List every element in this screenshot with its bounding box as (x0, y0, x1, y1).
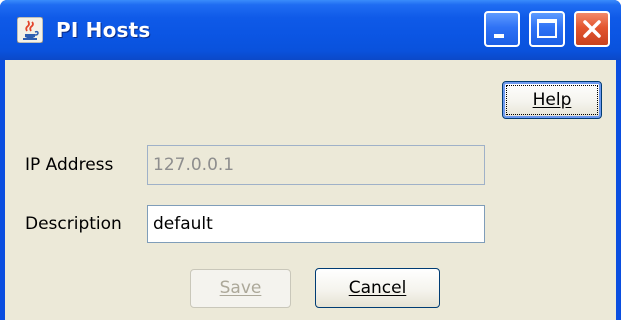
ip-address-field (147, 145, 485, 185)
minimize-icon (494, 34, 504, 38)
java-cup-icon[interactable] (16, 16, 44, 44)
cancel-button-label: Cancel (348, 278, 407, 298)
minimize-button[interactable] (484, 11, 520, 47)
description-label: Description (25, 214, 122, 234)
dialog-body: Help IP Address Description Save Cancel (5, 60, 616, 320)
dialog-window: PI Hosts Help IP Address Description Sav… (0, 0, 621, 320)
window-title: PI Hosts (56, 18, 151, 42)
ip-address-label: IP Address (25, 155, 114, 175)
description-field[interactable] (147, 205, 485, 243)
help-button-label: Help (532, 90, 572, 110)
close-icon (583, 20, 601, 38)
maximize-button[interactable] (529, 11, 565, 47)
cancel-button[interactable]: Cancel (315, 268, 440, 308)
save-button[interactable]: Save (190, 269, 291, 308)
title-bar[interactable]: PI Hosts (0, 0, 621, 60)
save-button-label: Save (219, 278, 262, 298)
close-button[interactable] (574, 11, 610, 47)
help-button[interactable]: Help (502, 81, 602, 119)
maximize-icon (537, 19, 557, 38)
